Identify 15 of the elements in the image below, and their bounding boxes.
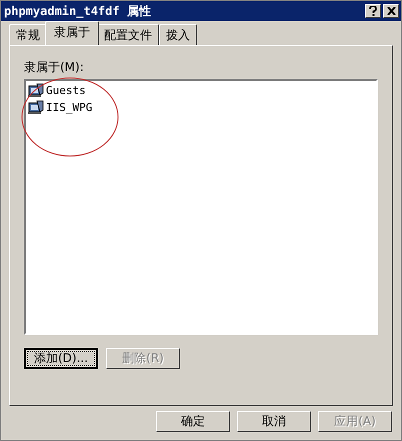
tab[interactable]: 配置文件	[97, 24, 159, 45]
tab[interactable]: 隶属于	[45, 21, 99, 45]
group-icon	[28, 83, 44, 98]
ok-button[interactable]: 确定	[156, 411, 230, 432]
window-title: phpmyadmin_t4fdf 属性	[4, 2, 152, 20]
tab[interactable]: 常规	[9, 24, 47, 45]
tab[interactable]: 拨入	[159, 24, 197, 45]
add-button[interactable]: 添加(D)...	[24, 348, 98, 369]
cancel-button[interactable]: 取消	[237, 411, 311, 432]
group-icon	[28, 100, 44, 115]
close-icon[interactable]	[383, 4, 399, 18]
list-label: 隶属于(M):	[24, 59, 85, 76]
list-item[interactable]: IIS_WPG	[46, 101, 92, 114]
help-icon[interactable]	[365, 4, 381, 18]
list-item[interactable]: Guests	[46, 84, 86, 97]
